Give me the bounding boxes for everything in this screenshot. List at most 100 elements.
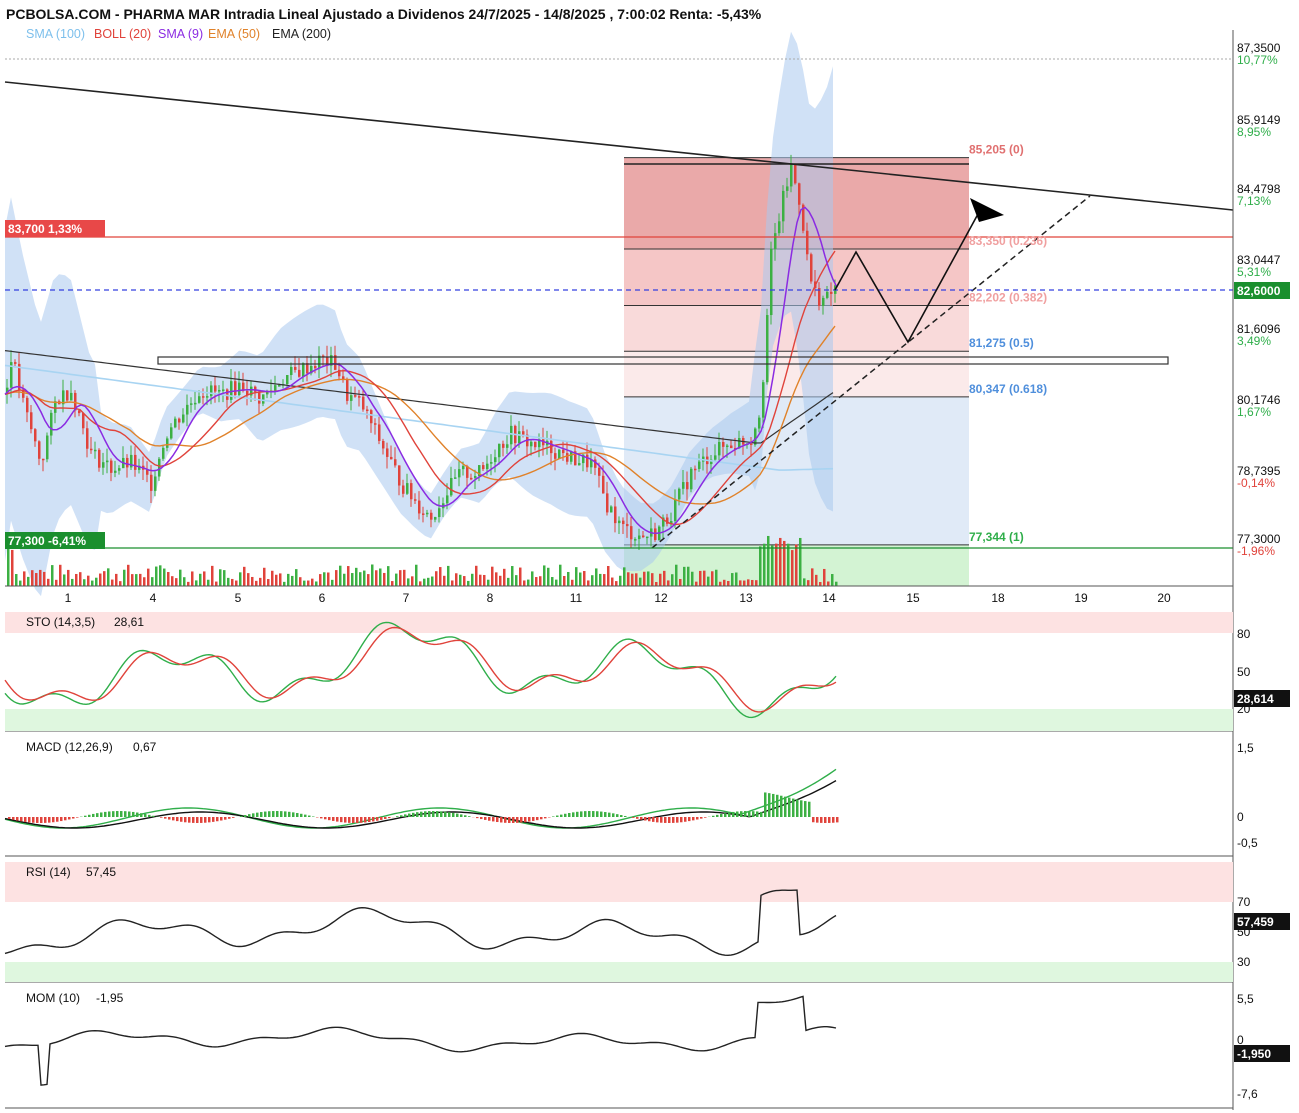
histogram-bar	[232, 817, 235, 818]
candle-body	[394, 459, 397, 466]
histogram-bar	[120, 811, 123, 817]
volume-bar	[623, 567, 626, 586]
histogram-bar	[504, 817, 507, 823]
histogram-bar	[188, 817, 191, 823]
candle-body	[786, 186, 789, 191]
volume-bar	[739, 580, 742, 586]
volume-bar	[107, 568, 110, 586]
candle-body	[314, 365, 317, 369]
candle-body	[558, 449, 561, 459]
histogram-bar	[648, 817, 651, 822]
histogram-bar	[748, 811, 751, 817]
panel-axis-label: 70	[1237, 895, 1251, 909]
histogram-bar	[100, 812, 103, 817]
histogram-bar	[180, 817, 183, 822]
volume-bar	[411, 576, 414, 586]
histogram-bar	[24, 817, 27, 822]
volume-bar	[11, 549, 14, 586]
candle-body	[286, 375, 289, 385]
histogram-bar	[608, 812, 611, 817]
volume-bar	[379, 568, 382, 586]
volume-bar	[167, 572, 170, 586]
volume-bar	[175, 578, 178, 586]
histogram-bar	[828, 817, 831, 823]
candle-body	[726, 445, 729, 448]
volume-bar	[27, 576, 30, 586]
volume-bar	[675, 564, 678, 586]
histogram-bar	[736, 811, 739, 817]
x-tick-label: 13	[739, 591, 753, 605]
histogram-bar	[600, 811, 603, 817]
volume-bar	[207, 579, 210, 586]
panel-axis-label: 50	[1237, 665, 1251, 679]
candle-body	[174, 418, 177, 428]
indicator-line	[4, 768, 837, 829]
histogram-bar	[372, 817, 375, 822]
candle-body	[454, 477, 457, 479]
volume-bar	[607, 566, 610, 586]
candle-body	[770, 248, 773, 316]
candle-body	[654, 528, 657, 540]
candle-body	[758, 417, 761, 429]
volume-bar	[703, 570, 706, 586]
histogram-bar	[776, 794, 779, 817]
panel-axis-label: 5,5	[1237, 992, 1254, 1006]
x-tick-label: 19	[1074, 591, 1088, 605]
volume-bar	[651, 573, 654, 586]
x-tick-label: 15	[906, 591, 920, 605]
candle-body	[430, 512, 433, 520]
candle-body	[694, 468, 697, 471]
candle-body	[150, 474, 153, 491]
volume-bar	[347, 566, 350, 586]
volume-bar	[363, 570, 366, 586]
volume-bar	[403, 569, 406, 586]
legend-item: EMA (200)	[272, 27, 331, 41]
candle-body	[298, 369, 301, 377]
candle-body	[486, 463, 489, 470]
candle-body	[614, 506, 617, 524]
histogram-bar	[328, 817, 331, 821]
histogram-bar	[36, 817, 39, 823]
histogram-bar	[616, 814, 619, 817]
candle-body	[774, 233, 777, 249]
volume-bar	[223, 570, 226, 586]
histogram-bar	[792, 798, 795, 817]
volume-bar	[343, 573, 346, 586]
candle-body	[30, 412, 33, 430]
volume-bar	[263, 567, 266, 586]
volume-bar	[75, 573, 78, 586]
volume-bar	[163, 568, 166, 586]
volume-bar	[547, 567, 550, 586]
indicator-line	[4, 995, 837, 1086]
volume-bar	[335, 570, 338, 586]
x-tick-label: 4	[150, 591, 157, 605]
candle-body	[42, 458, 45, 461]
candle-body	[182, 414, 185, 423]
volume-bar	[147, 568, 150, 586]
histogram-bar	[808, 801, 811, 817]
histogram-bar	[12, 817, 15, 820]
panel-value: 28,61	[114, 615, 144, 629]
volume-bar	[455, 573, 458, 586]
histogram-bar	[400, 815, 403, 817]
volume-bar	[755, 580, 758, 586]
volume-bar	[587, 580, 590, 586]
histogram-bar	[500, 817, 503, 823]
volume-bar	[483, 574, 486, 586]
histogram-bar	[552, 816, 555, 817]
candle-body	[714, 455, 717, 460]
histogram-bar	[752, 811, 755, 817]
histogram-bar	[816, 817, 819, 823]
candle-body	[422, 513, 425, 515]
candle-body	[586, 454, 589, 468]
volume-bar	[711, 571, 714, 586]
candle-body	[26, 397, 29, 413]
candle-body	[386, 448, 389, 457]
x-tick-label: 7	[403, 591, 410, 605]
candle-body	[798, 183, 801, 205]
volume-bar	[435, 571, 438, 586]
volume-bar	[663, 570, 666, 586]
histogram-bar	[384, 817, 387, 820]
candle-body	[822, 297, 825, 306]
volume-bar	[555, 579, 558, 586]
